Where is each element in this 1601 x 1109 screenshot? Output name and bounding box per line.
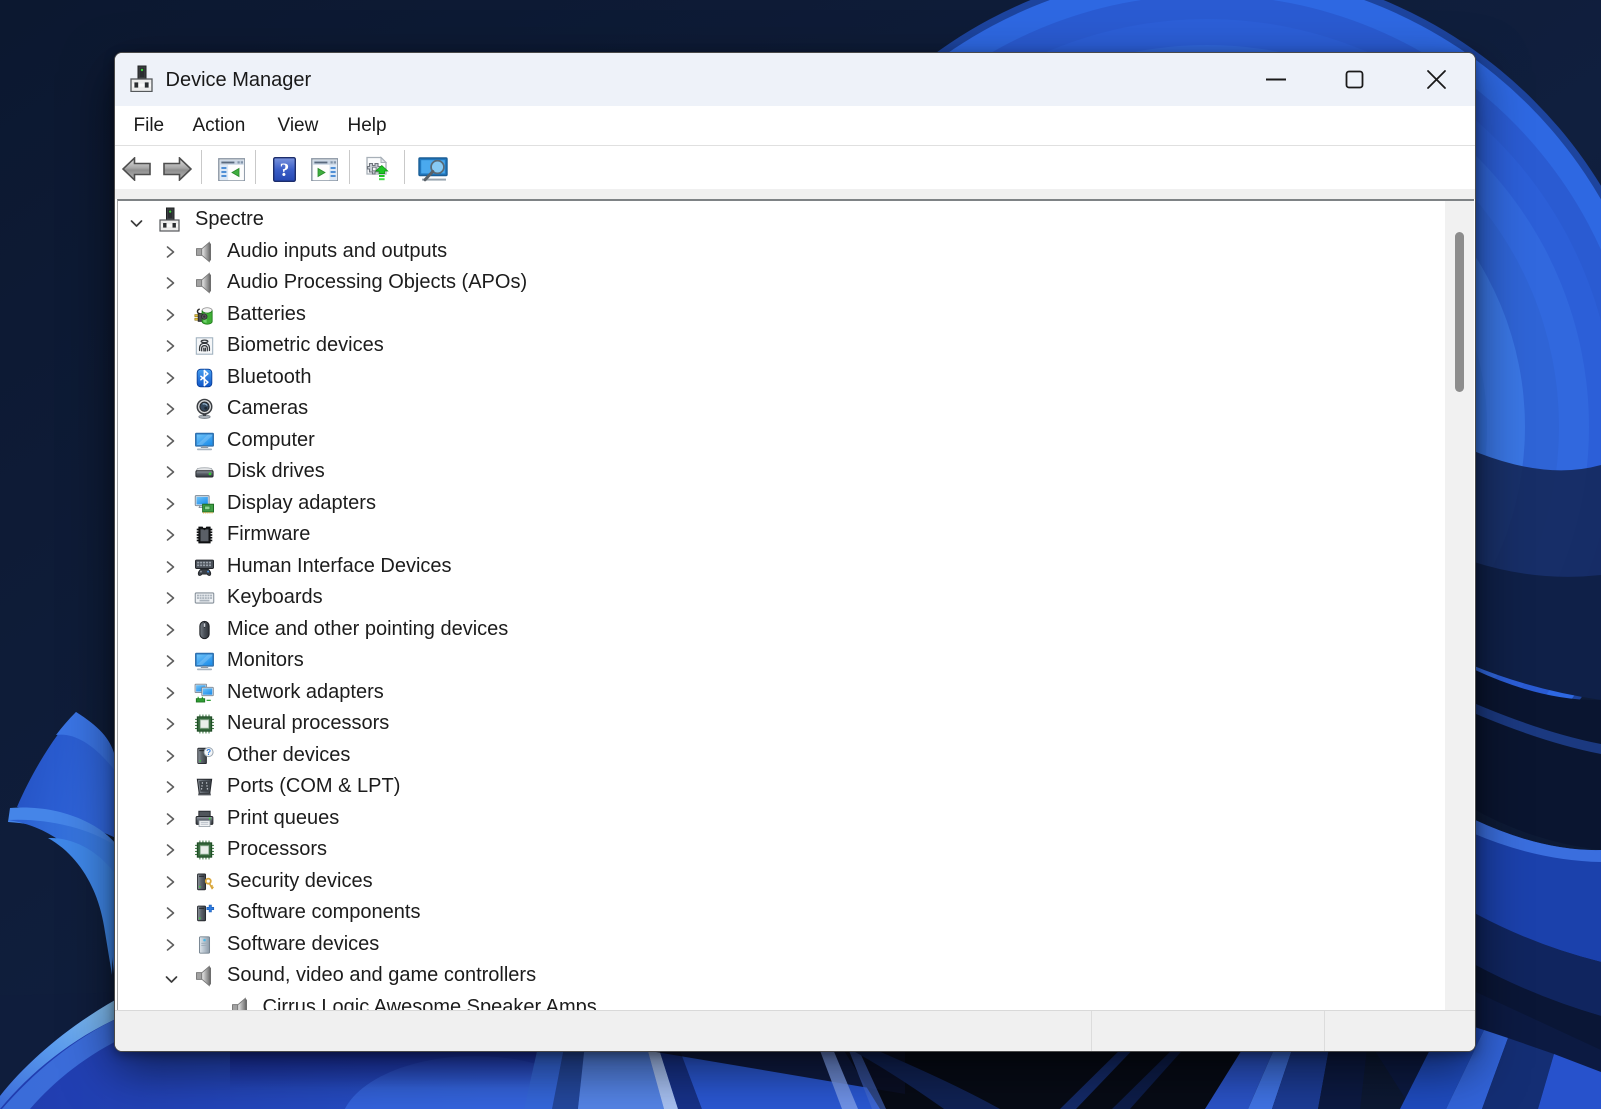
svg-text:?: ? <box>279 160 289 181</box>
